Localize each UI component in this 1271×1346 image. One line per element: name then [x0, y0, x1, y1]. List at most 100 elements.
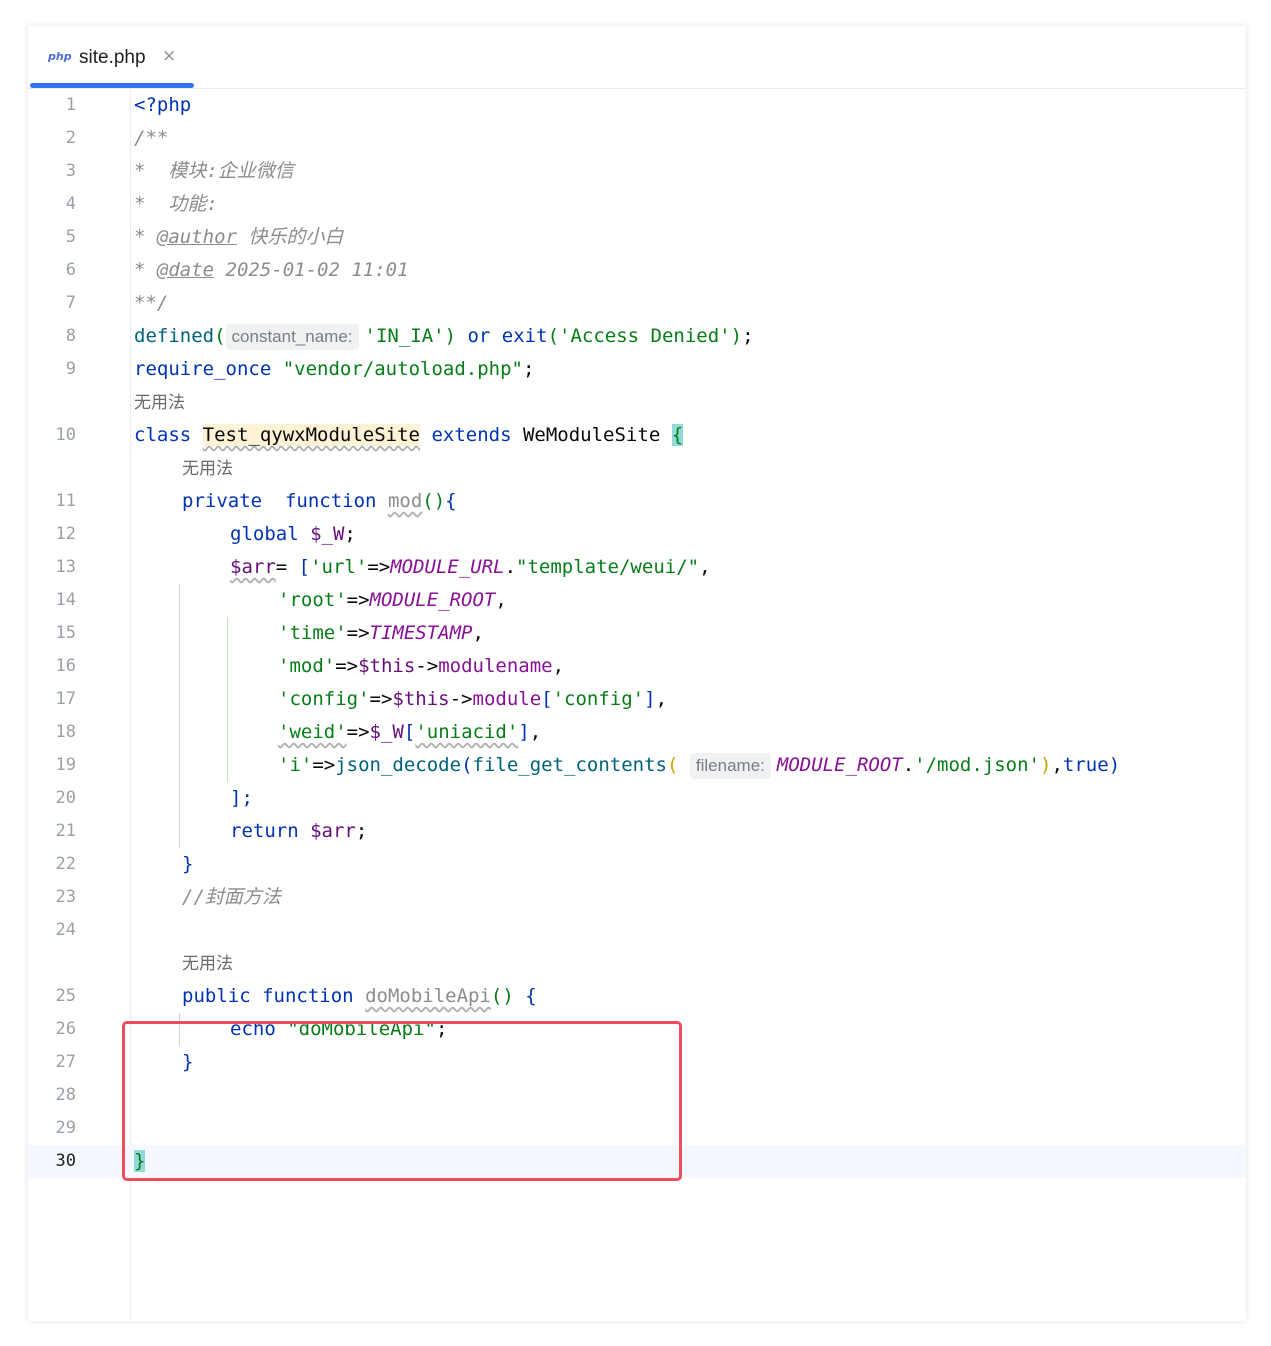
line-number: 12 [55, 524, 76, 544]
doc-tag: @author [156, 226, 237, 248]
keyword: function [262, 985, 354, 1007]
code-line-8[interactable]: 8 defined(constant_name: 'IN_IA') or exit… [28, 320, 1246, 353]
keyword: global [230, 523, 299, 545]
code-line-4[interactable]: 4 * 功能: [28, 188, 1246, 221]
constant: MODULE_URL [390, 556, 505, 578]
close-brace: } [182, 853, 194, 875]
method-name: mod [387, 490, 423, 512]
code-line-18[interactable]: 18 'weid'=>$_W['uniacid'], [28, 716, 1246, 749]
keyword: extends [431, 424, 512, 446]
line-number: 23 [55, 887, 76, 907]
parent-class: WeModuleSite [522, 424, 661, 446]
string-literal: "vendor/autoload.php" [282, 358, 523, 380]
string-literal: 'IN_IA' [364, 325, 445, 347]
keyword: return [230, 820, 299, 842]
usage-hint[interactable]: 无用法 [182, 452, 233, 485]
code-comment: **/ [134, 292, 169, 314]
line-number: 7 [65, 293, 76, 313]
line-number: 30 [55, 1151, 76, 1171]
keyword: or [456, 325, 502, 347]
code-line-21[interactable]: 21 return $arr; [28, 815, 1246, 848]
code-comment: //封面方法 [182, 886, 281, 908]
code-line-12[interactable]: 12 global $_W; [28, 518, 1246, 551]
code-line-9[interactable]: 9 require_once "vendor/autoload.php"; [28, 353, 1246, 386]
code-line-23[interactable]: 23 //封面方法 [28, 881, 1246, 914]
variable: $arr [310, 820, 356, 842]
keyword: function [284, 490, 377, 512]
code-line-6[interactable]: 6 * @date 2025-01-02 11:01 [28, 254, 1246, 287]
line-number: 20 [55, 788, 76, 808]
open-brace: { [671, 424, 684, 446]
string-literal: 'config' [278, 688, 370, 710]
code-line-5[interactable]: 5 * @author 快乐的小白 [28, 221, 1246, 254]
usage-hint[interactable]: 无用法 [134, 386, 185, 419]
line-number: 2 [65, 128, 76, 148]
doc-tag: @date [156, 259, 215, 281]
active-tab-indicator [30, 83, 194, 88]
parameter-hint: filename: [689, 752, 771, 779]
usage-hint[interactable]: 无用法 [182, 947, 233, 980]
variable: $_W [310, 523, 345, 545]
line-number: 27 [55, 1052, 76, 1072]
property: modulename [438, 655, 553, 677]
tab-site-php[interactable]: php site.php × [28, 26, 194, 88]
line-number: 11 [55, 491, 76, 511]
string-literal: "template/weui/" [516, 556, 700, 578]
string-literal: 'config' [552, 688, 645, 710]
parameter-hint: constant_name: [225, 323, 359, 350]
keyword: true [1062, 754, 1109, 776]
string-literal: 'weid' [278, 721, 347, 743]
constant: MODULE_ROOT [369, 589, 496, 611]
line-number: 21 [55, 821, 76, 841]
code-editor[interactable]: 1 <?php 2 /** 3 * 模块:企业微信 4 * 功能: 5 * @a… [28, 89, 1246, 1321]
keyword: public [182, 985, 251, 1007]
line-number: 28 [55, 1085, 76, 1105]
keyword: require_once [134, 358, 272, 380]
line-number: 29 [55, 1118, 76, 1138]
code-line-19[interactable]: 19 'i'=>json_decode(file_get_contents( f… [28, 749, 1246, 782]
code-line-3[interactable]: 3 * 模块:企业微信 [28, 155, 1246, 188]
property: module [472, 688, 542, 710]
code-line-17[interactable]: 17 'config'=>$this->module['config'], [28, 683, 1246, 716]
keyword: class [134, 424, 192, 446]
line-number: 13 [55, 557, 76, 577]
variable: $arr [230, 556, 276, 578]
code-line-20[interactable]: 20 ]; [28, 782, 1246, 815]
code-comment: * 模块:企业微信 [134, 160, 294, 182]
string-literal: 'mod' [278, 655, 336, 677]
code-line-16[interactable]: 16 'mod'=>$this->modulename, [28, 650, 1246, 683]
code-comment: /** [134, 127, 169, 149]
array-close: ]; [230, 787, 253, 809]
code-line-22[interactable]: 22 } [28, 848, 1246, 881]
line-number: 9 [65, 359, 76, 379]
line-number: 26 [55, 1019, 76, 1039]
string-literal: 'url' [310, 556, 368, 578]
close-icon[interactable]: × [162, 46, 176, 66]
line-number: 5 [65, 227, 76, 247]
code-comment: 快乐的小白 [236, 226, 344, 248]
editor-window: php site.php × 1 <?php 2 /** 3 * 模块:企业微信… [28, 26, 1246, 1321]
method-name: doMobileApi [365, 985, 491, 1007]
php-file-icon: php [48, 50, 72, 63]
code-line-15[interactable]: 15 'time'=>TIMESTAMP, [28, 617, 1246, 650]
function-call: file_get_contents [472, 754, 667, 776]
code-line-25[interactable]: 25 public function doMobileApi() { [28, 980, 1246, 1013]
line-number: 19 [55, 755, 76, 775]
string-literal: 'time' [278, 622, 347, 644]
string-literal: 'Access Denied' [559, 325, 731, 347]
code-comment: * 功能: [134, 193, 218, 215]
code-line-7[interactable]: 7 **/ [28, 287, 1246, 320]
code-line-11[interactable]: 11 private function mod(){ [28, 485, 1246, 518]
code-line-13[interactable]: 13 $arr= ['url'=>MODULE_URL."template/we… [28, 551, 1246, 584]
tab-label: site.php [79, 47, 146, 68]
line-number: 14 [55, 590, 76, 610]
class-name: Test_qywxModuleSite [202, 424, 420, 446]
line-number: 1 [65, 95, 76, 115]
code-line-1[interactable]: 1 <?php [28, 89, 1246, 122]
code-line-14[interactable]: 14 'root'=>MODULE_ROOT, [28, 584, 1246, 617]
code-line-24[interactable]: 24 [28, 914, 1246, 947]
code-line-2[interactable]: 2 /** [28, 122, 1246, 155]
string-literal: 'uniacid' [415, 721, 519, 743]
code-line-10[interactable]: 10 class Test_qywxModuleSite extends WeM… [28, 419, 1246, 452]
line-number: 24 [55, 920, 76, 940]
